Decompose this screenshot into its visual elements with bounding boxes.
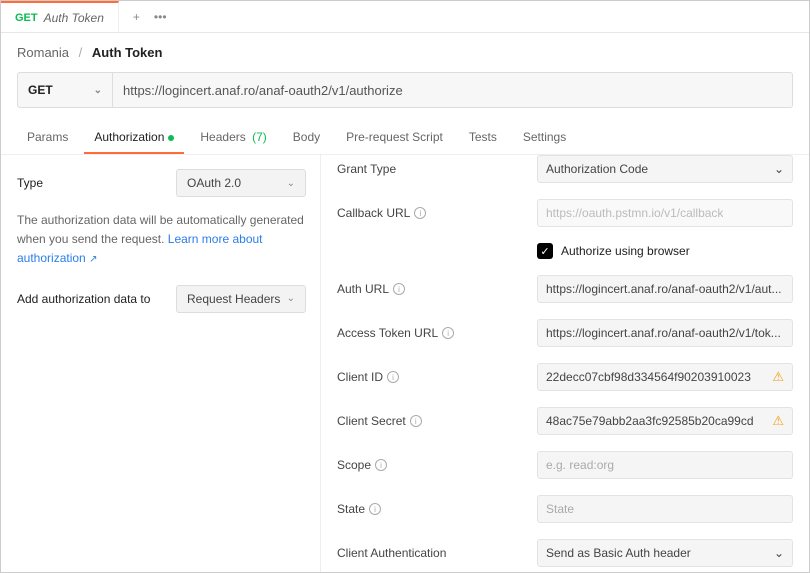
chevron-down-icon: ⌄ <box>287 293 295 304</box>
authorize-browser-label: Authorize using browser <box>561 244 690 258</box>
callback-url-label: Callback URLi <box>337 206 537 220</box>
scope-label: Scopei <box>337 458 537 472</box>
client-auth-select[interactable]: Send as Basic Auth header ⌄ <box>537 539 793 567</box>
breadcrumb-current: Auth Token <box>92 45 163 60</box>
add-data-to-value: Request Headers <box>187 292 280 306</box>
info-icon[interactable]: i <box>375 459 387 471</box>
authorize-browser-checkbox[interactable]: ✓ <box>537 243 553 259</box>
callback-url-input: https://oauth.pstmn.io/v1/callback <box>537 199 793 227</box>
postman-window: GET Auth Token + ••• Romania / Auth Toke… <box>0 0 810 573</box>
token-url-label: Access Token URLi <box>337 326 537 340</box>
http-method-value: GET <box>28 83 53 97</box>
info-icon[interactable]: i <box>387 371 399 383</box>
client-id-input[interactable]: 22decc07cbf98d334564f90203910023 ⚠ <box>537 363 793 391</box>
http-method-select[interactable]: GET ⌄ <box>17 72 112 108</box>
state-input[interactable]: State <box>537 495 793 523</box>
scope-input[interactable]: e.g. read:org <box>537 451 793 479</box>
tab-tests[interactable]: Tests <box>459 122 507 154</box>
add-data-to-select[interactable]: Request Headers ⌄ <box>176 285 306 313</box>
warning-icon[interactable]: ⚠ <box>772 413 784 429</box>
grant-type-select[interactable]: Authorization Code ⌄ <box>537 155 793 183</box>
warning-icon[interactable]: ⚠ <box>772 369 784 385</box>
auth-url-input[interactable]: https://logincert.anaf.ro/anaf-oauth2/v1… <box>537 275 793 303</box>
chevron-down-icon: ⌄ <box>774 546 784 560</box>
request-url-row: GET ⌄ https://logincert.anaf.ro/anaf-oau… <box>17 72 793 108</box>
info-icon[interactable]: i <box>414 207 426 219</box>
auth-url-label: Auth URLi <box>337 282 537 296</box>
breadcrumb: Romania / Auth Token <box>1 33 809 72</box>
tab-method: GET <box>15 12 38 24</box>
chevron-down-icon: ⌄ <box>94 85 102 96</box>
info-icon[interactable]: i <box>410 415 422 427</box>
tab-actions: + ••• <box>119 10 167 24</box>
tab-body[interactable]: Body <box>283 122 330 154</box>
add-data-to-label: Add authorization data to <box>17 292 150 306</box>
tab-title: Auth Token <box>44 11 104 25</box>
chevron-down-icon: ⌄ <box>287 178 295 189</box>
grant-type-label: Grant Type <box>337 162 537 176</box>
tab-bar: GET Auth Token + ••• <box>1 1 809 33</box>
auth-left-column: Type OAuth 2.0 ⌄ The authorization data … <box>1 155 321 572</box>
tab-prerequest[interactable]: Pre-request Script <box>336 122 453 154</box>
auth-type-value: OAuth 2.0 <box>187 176 241 190</box>
url-value: https://logincert.anaf.ro/anaf-oauth2/v1… <box>123 83 403 98</box>
tab-headers[interactable]: Headers (7) <box>190 122 276 154</box>
info-icon[interactable]: i <box>393 283 405 295</box>
external-link-icon: ↗ <box>89 254 97 265</box>
more-tabs-icon[interactable]: ••• <box>154 10 167 24</box>
active-dot-icon <box>168 135 174 141</box>
breadcrumb-separator: / <box>79 45 83 60</box>
auth-right-column: Grant Type Authorization Code ⌄ Callback… <box>321 155 809 572</box>
state-label: Statei <box>337 502 537 516</box>
info-icon[interactable]: i <box>369 503 381 515</box>
client-secret-label: Client Secreti <box>337 414 537 428</box>
request-subtabs: Params Authorization Headers (7) Body Pr… <box>1 122 809 155</box>
tab-settings[interactable]: Settings <box>513 122 576 154</box>
new-tab-icon[interactable]: + <box>133 10 140 24</box>
info-icon[interactable]: i <box>442 327 454 339</box>
client-auth-label: Client Authentication <box>337 546 537 560</box>
url-input[interactable]: https://logincert.anaf.ro/anaf-oauth2/v1… <box>112 72 793 108</box>
type-label: Type <box>17 176 43 190</box>
token-url-input[interactable]: https://logincert.anaf.ro/anaf-oauth2/v1… <box>537 319 793 347</box>
auth-type-select[interactable]: OAuth 2.0 ⌄ <box>176 169 306 197</box>
breadcrumb-workspace[interactable]: Romania <box>17 45 69 60</box>
chevron-down-icon: ⌄ <box>774 162 784 176</box>
request-tab[interactable]: GET Auth Token <box>1 1 119 32</box>
tab-params[interactable]: Params <box>17 122 78 154</box>
client-secret-input[interactable]: 48ac75e79abb2aa3fc92585b20ca99cd ⚠ <box>537 407 793 435</box>
tab-authorization[interactable]: Authorization <box>84 122 184 154</box>
authorize-browser-row[interactable]: ✓ Authorize using browser <box>537 243 793 259</box>
auth-content: Type OAuth 2.0 ⌄ The authorization data … <box>1 155 809 572</box>
client-id-label: Client IDi <box>337 370 537 384</box>
auth-help-text: The authorization data will be automatic… <box>17 211 306 269</box>
